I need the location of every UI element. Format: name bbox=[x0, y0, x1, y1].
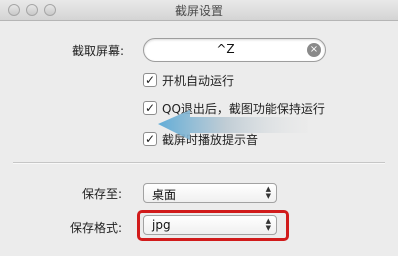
checkbox-label-autostart: 开机自动运行 bbox=[162, 74, 235, 88]
chevron-updown-icon: ▲ ▼ bbox=[265, 185, 271, 200]
shortcut-field[interactable]: ^Z × bbox=[143, 38, 326, 62]
section-divider bbox=[13, 162, 385, 164]
highlight-box bbox=[137, 210, 289, 241]
save-location-label: 保存至: bbox=[82, 187, 123, 201]
save-location-select[interactable]: 桌面 ▲ ▼ bbox=[143, 183, 277, 203]
title-bar: 截屏设置 bbox=[0, 0, 398, 21]
shortcut-value: ^Z bbox=[216, 42, 235, 56]
checkbox-autostart[interactable]: ✓ bbox=[143, 73, 157, 87]
window-title: 截屏设置 bbox=[174, 4, 223, 18]
clear-icon[interactable]: × bbox=[307, 43, 321, 57]
screenshot-settings-window: 截屏设置 截取屏幕: ^Z × ✓ 开机自动运行 ✓ QQ退出后，截图功能保持运… bbox=[0, 0, 398, 256]
save-format-label: 保存格式: bbox=[70, 221, 123, 235]
checkbox-play-sound[interactable]: ✓ bbox=[143, 132, 157, 146]
checkbox-keep-running[interactable]: ✓ bbox=[143, 101, 157, 115]
shortcut-label: 截取屏幕: bbox=[72, 44, 125, 58]
arrow-overlay-graphic bbox=[158, 110, 308, 140]
arrow-shape bbox=[158, 110, 308, 140]
save-location-value: 桌面 bbox=[152, 188, 177, 202]
